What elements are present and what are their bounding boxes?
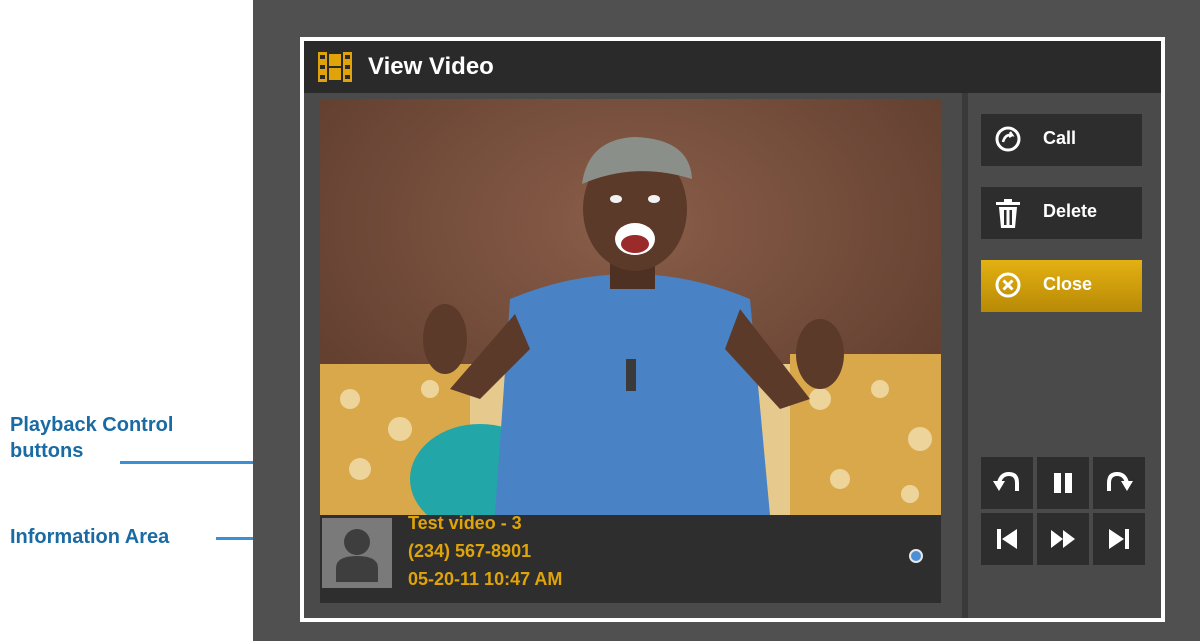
annotation-line1: Playback Control [10,414,174,436]
avatar [322,518,392,588]
phone-number: (234) 567-8901 [408,541,532,561]
dialog-title: View Video [368,53,494,80]
call-label: Call [1043,128,1077,148]
previous-button[interactable] [981,513,1033,565]
delete-button[interactable]: Delete [981,187,1142,239]
skip-back-icon [993,471,1019,491]
call-icon [995,126,1021,157]
fast-forward-button[interactable] [1037,513,1089,565]
info-area-annotation: Information Area [10,526,170,548]
close-label: Close [1043,274,1093,294]
dialog-titlebar: View Video [304,41,1161,93]
panel-divider [962,93,968,618]
pause-icon [1054,473,1072,493]
view-video-dialog: View Video Test video - 3 (234) 567-8901… [300,37,1165,622]
film-icon [318,52,352,87]
call-button[interactable]: Call [981,114,1142,166]
skip-forward-button[interactable] [1093,457,1145,509]
delete-label: Delete [1043,201,1098,221]
video-player[interactable] [320,99,941,515]
person-icon [336,529,378,582]
status-dot [909,549,923,563]
information-area: Test video - 3 (234) 567-8901 05-20-11 1… [320,513,941,603]
skip-forward-icon [1107,471,1133,491]
trash-icon [995,199,1021,234]
previous-icon [997,529,1017,549]
next-button[interactable] [1093,513,1145,565]
close-icon [995,272,1021,303]
date-time: 05-20-11 10:47 AM [408,569,563,589]
video-name: Test video - 3 [408,513,522,533]
close-button[interactable]: Close [981,260,1142,312]
skip-back-button[interactable] [981,457,1033,509]
fast-forward-icon [1051,530,1075,548]
video-frame [320,99,941,515]
app-background: View Video Test video - 3 (234) 567-8901… [253,0,1200,641]
next-icon [1109,529,1129,549]
playback-controls-annotation: Playback Control buttons [10,412,173,464]
pause-button[interactable] [1037,457,1089,509]
